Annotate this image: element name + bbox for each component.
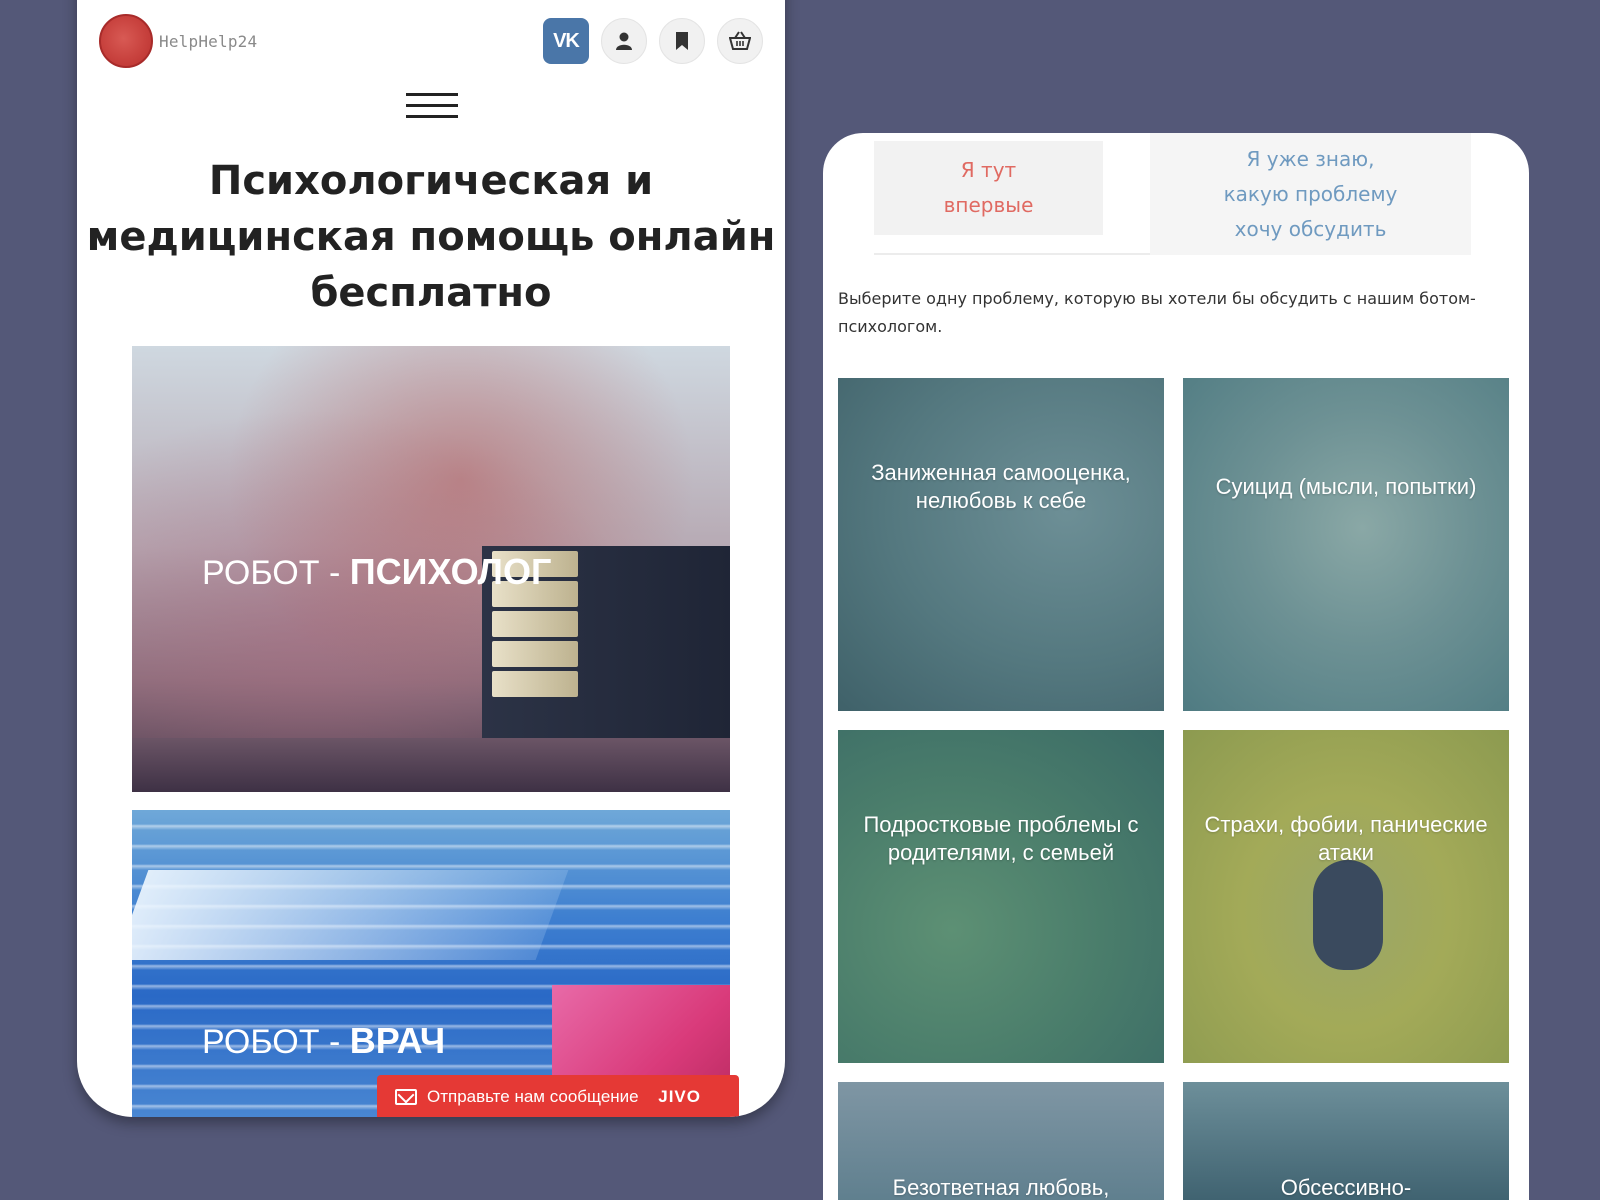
tile-label: Страхи, фобии, панические атаки	[1204, 812, 1488, 865]
problem-tile-obsessive[interactable]: Обсессивно-	[1183, 1082, 1509, 1200]
problem-tile-fears[interactable]: Страхи, фобии, панические атаки	[1183, 730, 1509, 1063]
mobile-screen-main: HelpHelp24 VK Психологическая и медицинс…	[77, 0, 785, 1117]
tile-label: Подростковые проблемы с родителями, с се…	[863, 812, 1139, 865]
robot-psychologist-banner[interactable]: РОБОТ - ПСИХОЛОГ	[132, 346, 730, 792]
tile-label: Заниженная самооценка, нелюбовь к себе	[871, 460, 1131, 513]
bookmarks-button[interactable]	[659, 18, 705, 64]
problem-tile-self-esteem[interactable]: Заниженная самооценка, нелюбовь к себе	[838, 378, 1164, 711]
vk-button[interactable]: VK	[543, 18, 589, 64]
chat-widget-brand: JIVO	[658, 1087, 701, 1106]
header: HelpHelp24 VK	[77, 0, 785, 80]
chat-widget-button[interactable]: Отправьте нам сообщение JIVO	[377, 1075, 739, 1117]
page-title: Психологическая и медицинская помощь онл…	[86, 158, 776, 316]
user-icon	[616, 32, 632, 50]
problem-tile-teen-family[interactable]: Подростковые проблемы с родителями, с се…	[838, 730, 1164, 1063]
tab-divider	[874, 253, 1150, 255]
banner-prefix: РОБОТ -	[202, 554, 350, 592]
tile-label: Суицид (мысли, попытки)	[1215, 474, 1477, 499]
problem-tile-suicide[interactable]: Суицид (мысли, попытки)	[1183, 378, 1509, 711]
motion-lights-image	[132, 870, 569, 960]
spider-image	[1313, 860, 1383, 970]
header-icons: VK	[543, 18, 763, 64]
problem-tile-unrequited-love[interactable]: Безответная любовь,	[838, 1082, 1164, 1200]
logo-mark-icon	[99, 14, 153, 68]
mobile-screen-problems: Я тут впервые Я уже знаю, какую проблему…	[823, 133, 1529, 1200]
mail-icon	[395, 1089, 417, 1105]
tile-label: Безответная любовь,	[892, 1175, 1110, 1200]
basket-icon	[729, 31, 751, 50]
banner-name: ПСИХОЛОГ	[349, 551, 552, 592]
intro-text: Выберите одну проблему, которую вы хотел…	[838, 289, 1476, 336]
tab-know-problem[interactable]: Я уже знаю, какую проблему хочу обсудить	[1150, 133, 1471, 255]
logo[interactable]: HelpHelp24	[99, 14, 257, 68]
logo-text: HelpHelp24	[159, 31, 258, 51]
tile-label: Обсессивно-	[1280, 1175, 1412, 1200]
chat-widget-label: Отправьте нам сообщение	[427, 1087, 639, 1106]
banner-prefix: РОБОТ -	[202, 1023, 350, 1061]
banner-name: ВРАЧ	[349, 1020, 446, 1061]
tab-first-time[interactable]: Я тут впервые	[874, 141, 1103, 235]
banner-title: РОБОТ - ПСИХОЛОГ	[202, 551, 551, 593]
banner-title: РОБОТ - ВРАЧ	[202, 1020, 445, 1062]
shelf-edge-image	[132, 738, 730, 792]
vk-icon: VK	[553, 29, 580, 52]
account-button[interactable]	[601, 18, 647, 64]
hamburger-menu-icon[interactable]	[406, 93, 458, 123]
bookmark-icon	[676, 32, 688, 50]
cart-button[interactable]	[717, 18, 763, 64]
robot-doctor-banner[interactable]: РОБОТ - ВРАЧ	[132, 810, 730, 1117]
